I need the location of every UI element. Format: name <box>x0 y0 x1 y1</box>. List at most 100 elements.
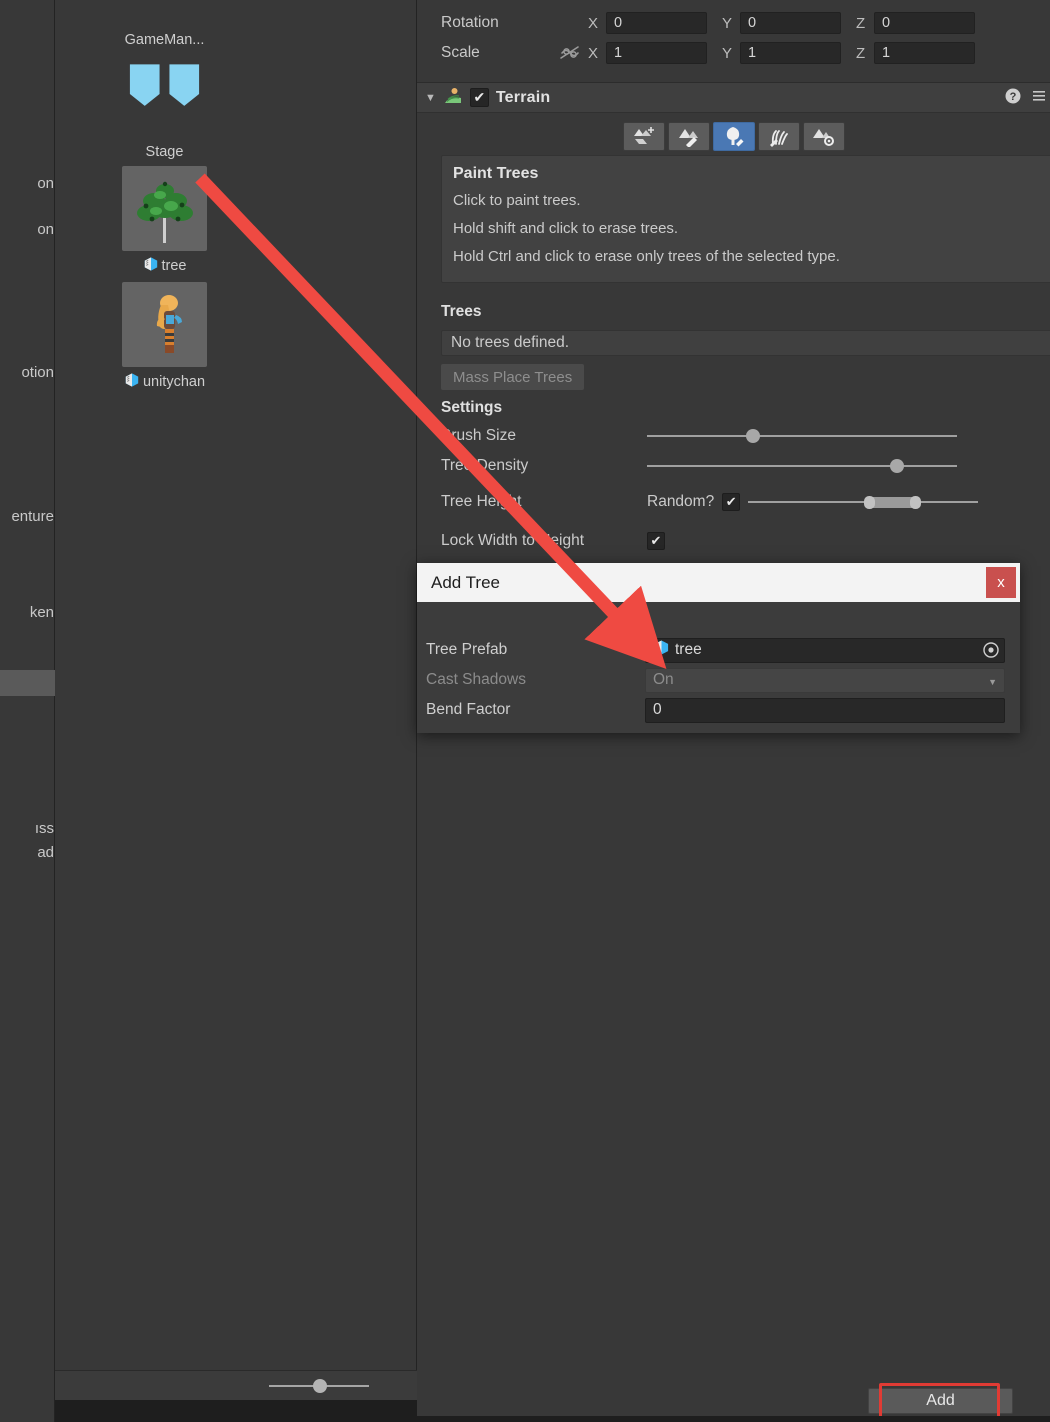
brush-size-row: Brush Size <box>417 423 1050 449</box>
tree-prefab-row: Tree Prefab tree <box>417 635 1020 665</box>
lock-width-checkbox[interactable]: ✔ <box>647 532 665 550</box>
asset-item-tree[interactable]: tree <box>115 166 214 276</box>
asset-item-unitychan[interactable]: unitychan <box>115 282 214 392</box>
trees-heading: Trees <box>441 303 482 321</box>
asset-name: unitychan <box>143 374 205 390</box>
sidebar-row-selected[interactable] <box>0 670 55 696</box>
lock-width-label: Lock Width to Height <box>417 532 647 550</box>
bend-factor-label: Bend Factor <box>417 701 645 719</box>
scale-y-field[interactable]: 1 <box>740 42 841 64</box>
rotation-x-field[interactable]: 0 <box>606 12 707 34</box>
add-button[interactable]: Add <box>868 1388 1013 1414</box>
tree-density-slider[interactable] <box>647 459 957 473</box>
kebab-menu-icon[interactable] <box>1032 87 1046 109</box>
rotation-row: Rotation X 0 Y 0 Z 0 <box>417 8 1050 38</box>
asset-name: tree <box>162 258 187 274</box>
axis-z-label: Z <box>856 15 874 32</box>
object-picker-icon[interactable] <box>981 641 1001 660</box>
brush-size-slider[interactable] <box>647 429 957 443</box>
prefab-arrow-thumb <box>122 54 207 139</box>
sidebar-row[interactable]: on <box>0 170 55 196</box>
asset-label: GameMan... <box>125 32 205 48</box>
axis-x-label: X <box>588 45 606 62</box>
chevron-down-icon[interactable]: ▼ <box>425 92 436 104</box>
sidebar-row[interactable]: enture <box>0 503 55 529</box>
lock-width-row: Lock Width to Height ✔ <box>417 528 1050 554</box>
paint-terrain-tool[interactable] <box>668 122 710 151</box>
asset-grid: GameMan... Stage <box>55 0 417 392</box>
sidebar-row[interactable]: ad <box>0 839 55 865</box>
settings-heading: Settings <box>441 399 502 417</box>
project-panel-footer <box>55 1370 417 1400</box>
asset-name: Stage <box>146 144 184 160</box>
sidebar-row[interactable]: ken <box>0 599 55 625</box>
terrain-component-header[interactable]: ▼ ✔ Terrain ? <box>417 82 1050 113</box>
scale-x-field[interactable]: 1 <box>606 42 707 64</box>
help-icon[interactable]: ? <box>1004 87 1022 109</box>
constrain-proportions-icon[interactable] <box>552 45 588 61</box>
sidebar-row-label: on <box>37 175 54 192</box>
cast-shadows-dropdown[interactable]: On ▼ <box>645 668 1005 693</box>
minmax-range-bar[interactable] <box>868 497 916 508</box>
sidebar-row[interactable]: on <box>0 216 55 242</box>
paint-trees-tool[interactable] <box>713 122 755 151</box>
paint-trees-help-box: Paint Trees Click to paint trees. Hold s… <box>441 155 1050 283</box>
terrain-settings-tool[interactable] <box>803 122 845 151</box>
slider-track <box>647 465 957 467</box>
help-title: Paint Trees <box>453 165 1050 183</box>
dialog-title-bar[interactable]: Add Tree x <box>417 563 1020 602</box>
axis-x-label: X <box>588 15 606 32</box>
bend-factor-input[interactable]: 0 <box>645 698 1005 723</box>
chevron-down-icon: ▼ <box>988 677 997 687</box>
create-neighbor-terrains-tool[interactable] <box>623 122 665 151</box>
project-bottom-bar <box>55 1400 417 1422</box>
tree-prefab-label: Tree Prefab <box>417 641 645 659</box>
dialog-body: Tree Prefab tree <box>417 602 1020 733</box>
close-icon[interactable]: x <box>986 567 1016 598</box>
terrain-enabled-checkbox[interactable]: ✔ <box>470 88 489 107</box>
asset-label: tree <box>143 256 187 276</box>
asset-label: Stage <box>146 144 184 160</box>
scale-z-field[interactable]: 1 <box>874 42 975 64</box>
tree-prefab-object-field[interactable]: tree <box>645 638 1005 663</box>
axis-y-label: Y <box>722 45 740 62</box>
minmax-max-handle[interactable] <box>910 496 921 509</box>
prefab-icon <box>143 256 159 276</box>
sidebar-row-label: otion <box>21 364 54 381</box>
rotation-y-field[interactable]: 0 <box>740 12 841 34</box>
cast-shadows-row: Cast Shadows On ▼ <box>417 665 1020 695</box>
sidebar-row-label: enture <box>11 508 54 525</box>
svg-text:?: ? <box>1010 91 1017 103</box>
minmax-min-handle[interactable] <box>864 496 875 509</box>
rotation-z-field[interactable]: 0 <box>874 12 975 34</box>
random-checkbox[interactable]: ✔ <box>722 493 740 511</box>
sidebar-row-label: on <box>37 221 54 238</box>
asset-item[interactable]: Stage <box>115 54 214 160</box>
bend-factor-row: Bend Factor 0 <box>417 695 1020 725</box>
axis-z-label: Z <box>856 45 874 62</box>
sidebar-row-label: ıss <box>35 820 54 837</box>
terrain-icon <box>443 86 463 110</box>
help-line: Click to paint trees. <box>453 192 1050 209</box>
cast-shadows-value: On <box>653 671 674 689</box>
slider-knob[interactable] <box>313 1379 327 1393</box>
slider-track <box>748 501 978 503</box>
mass-place-trees-button[interactable]: Mass Place Trees <box>441 364 584 390</box>
tree-height-label: Tree Height <box>417 493 647 511</box>
tree-density-label: Tree Density <box>417 457 647 475</box>
sidebar-row-label: ken <box>30 604 54 621</box>
terrain-tool-strip <box>417 120 1050 152</box>
tree-prefab-value: tree <box>675 641 702 659</box>
sidebar-row[interactable]: otion <box>0 359 55 385</box>
asset-zoom-slider[interactable] <box>269 1379 369 1393</box>
slider-knob[interactable] <box>746 429 760 443</box>
tree-height-minmax-slider[interactable] <box>748 495 978 509</box>
cast-shadows-label: Cast Shadows <box>417 671 645 689</box>
asset-label: unitychan <box>124 372 205 392</box>
sidebar-row-label: ad <box>37 844 54 861</box>
paint-details-tool[interactable] <box>758 122 800 151</box>
sidebar-row[interactable]: ıss <box>0 815 55 841</box>
slider-knob[interactable] <box>890 459 904 473</box>
tree-thumb <box>122 166 207 251</box>
asset-item[interactable]: GameMan... <box>115 0 214 48</box>
